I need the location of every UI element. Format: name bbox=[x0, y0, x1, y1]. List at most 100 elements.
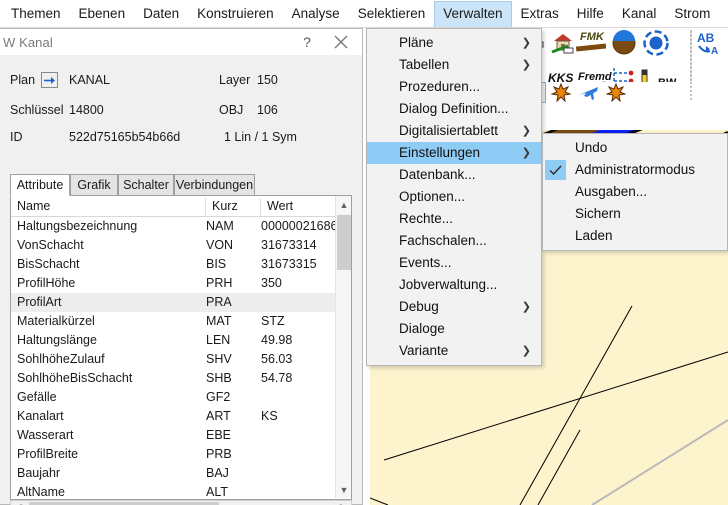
help-button[interactable]: ? bbox=[296, 32, 318, 52]
maple-leaf-2-icon[interactable] bbox=[606, 83, 626, 103]
cell-kurz: LEN bbox=[206, 331, 230, 350]
menu-item-prozeduren[interactable]: Prozeduren... bbox=[367, 76, 541, 98]
cell-name: Materialkürzel bbox=[17, 312, 95, 331]
scroll-left-icon[interactable]: ❮ bbox=[11, 501, 28, 505]
tab-grafik[interactable]: Grafik bbox=[70, 174, 118, 196]
menu-item-optionen[interactable]: Optionen... bbox=[367, 186, 541, 208]
table-row[interactable]: VonSchacht VON 31673314 bbox=[11, 236, 336, 255]
menu-item-debug[interactable]: Debug ❯ bbox=[367, 296, 541, 318]
close-icon[interactable] bbox=[328, 31, 354, 53]
scrollbar-thumb-vertical[interactable] bbox=[337, 215, 351, 270]
menubar-item-verwalten[interactable]: Verwalten bbox=[434, 1, 511, 27]
menu-item-fachschalen[interactable]: Fachschalen... bbox=[367, 230, 541, 252]
menubar-item-selektieren[interactable]: Selektieren bbox=[349, 1, 435, 27]
arrow-right-icon bbox=[44, 76, 55, 85]
cell-name: ProfilBreite bbox=[17, 445, 78, 464]
menu-item-undo[interactable]: Undo bbox=[543, 137, 727, 159]
scroll-up-icon[interactable]: ▲ bbox=[336, 196, 352, 213]
menubar-item-strom[interactable]: Strom bbox=[665, 1, 719, 27]
menu-item-dialoge[interactable]: Dialoge bbox=[367, 318, 541, 340]
menu-item-label: Dialoge bbox=[399, 321, 445, 336]
target-circle-icon[interactable] bbox=[643, 30, 669, 56]
table-vertical-scrollbar[interactable]: ▲ ▼ bbox=[335, 196, 351, 498]
tab-schalter[interactable]: Schalter bbox=[118, 174, 174, 196]
menu-item-label: Administratormodus bbox=[575, 162, 695, 177]
table-row[interactable]: ProfilHöhe PRH 350 bbox=[11, 274, 336, 293]
menubar-item-analyse[interactable]: Analyse bbox=[283, 1, 349, 27]
menubar-item-kanal[interactable]: Kanal bbox=[613, 1, 666, 27]
plan-goto-button[interactable] bbox=[41, 72, 58, 88]
menubar-item-extras[interactable]: Extras bbox=[512, 1, 568, 27]
cell-name: ProfilHöhe bbox=[17, 274, 75, 293]
menu-item-label: Tabellen bbox=[399, 57, 449, 72]
menu-item-variante[interactable]: Variante ❯ bbox=[367, 340, 541, 362]
cell-kurz: PRA bbox=[206, 293, 232, 312]
menu-item-sichern[interactable]: Sichern bbox=[543, 203, 727, 225]
menubar-item-gas[interactable]: Gas bbox=[719, 1, 728, 27]
right-toolbar-row2: K bbox=[526, 82, 728, 106]
cell-wert: 31673314 bbox=[261, 236, 317, 255]
menu-item-laden[interactable]: Laden bbox=[543, 225, 727, 247]
schluessel-value: 14800 bbox=[69, 103, 104, 117]
menu-item-label: Undo bbox=[575, 140, 607, 155]
menu-item-label: Datenbank... bbox=[399, 167, 476, 182]
table-body: Haltungsbezeichnung NAM 00000021686 VonS… bbox=[11, 217, 336, 500]
table-row[interactable]: Gefälle GF2 bbox=[11, 388, 336, 407]
menu-item-jobverwaltung[interactable]: Jobverwaltung... bbox=[367, 274, 541, 296]
scroll-right-icon[interactable]: ❯ bbox=[334, 501, 351, 505]
menubar-item-themen[interactable]: Themen bbox=[2, 1, 70, 27]
menu-item-tabellen[interactable]: Tabellen ❯ bbox=[367, 54, 541, 76]
menubar-item-ebenen[interactable]: Ebenen bbox=[70, 1, 135, 27]
menu-item-einstellungen[interactable]: Einstellungen ❯ bbox=[367, 142, 541, 164]
menu-item-dialog-definition[interactable]: Dialog Definition... bbox=[367, 98, 541, 120]
scroll-down-icon[interactable]: ▼ bbox=[336, 481, 352, 498]
table-row[interactable]: Wasserart EBE bbox=[11, 426, 336, 445]
dialog-titlebar[interactable]: W Kanal ? bbox=[0, 29, 362, 55]
menubar-item-daten[interactable]: Daten bbox=[134, 1, 188, 27]
menu-item-ausgaben[interactable]: Ausgaben... bbox=[543, 181, 727, 203]
fmk-underline-icon bbox=[576, 37, 606, 55]
manhole-icon[interactable] bbox=[611, 30, 637, 56]
table-row[interactable]: Haltungsbezeichnung NAM 00000021686 bbox=[11, 217, 336, 236]
table-horizontal-scrollbar[interactable]: ❮ ❯ bbox=[10, 500, 352, 505]
menu-item-rechte[interactable]: Rechte... bbox=[367, 208, 541, 230]
menu-item-label: Prozeduren... bbox=[399, 79, 480, 94]
ab-rename-icon[interactable]: AB A bbox=[696, 30, 726, 60]
column-header-wert[interactable]: Wert bbox=[261, 196, 336, 216]
menu-item-label: Ausgaben... bbox=[575, 184, 647, 199]
attribute-table[interactable]: Name Kurz Wert Haltungsbezeichnung NAM 0… bbox=[10, 196, 352, 500]
airplane-icon[interactable] bbox=[578, 83, 600, 103]
menu-item-digitalisiertablett[interactable]: Digitalisiertablett ❯ bbox=[367, 120, 541, 142]
menu-item-datenbank[interactable]: Datenbank... bbox=[367, 164, 541, 186]
table-row[interactable]: Materialkürzel MAT STZ bbox=[11, 312, 336, 331]
cell-kurz: BAJ bbox=[206, 464, 229, 483]
menu-item-label: Rechte... bbox=[399, 211, 453, 226]
table-row[interactable]: Haltungslänge LEN 49.98 bbox=[11, 331, 336, 350]
menubar-item-konstruieren[interactable]: Konstruieren bbox=[188, 1, 283, 27]
table-row[interactable]: Kanalart ART KS bbox=[11, 407, 336, 426]
column-header-name[interactable]: Name bbox=[11, 196, 205, 216]
menubar: Themen Ebenen Daten Konstruieren Analyse… bbox=[0, 0, 728, 28]
house-icon[interactable] bbox=[550, 30, 576, 56]
menubar-item-hilfe[interactable]: Hilfe bbox=[568, 1, 613, 27]
schluessel-label: Schlüssel bbox=[10, 103, 64, 117]
table-header: Name Kurz Wert bbox=[11, 196, 351, 217]
cell-kurz: MAT bbox=[206, 312, 231, 331]
menu-item-administratormodus[interactable]: Administratormodus bbox=[543, 159, 727, 181]
table-row[interactable]: BisSchacht BIS 31673315 bbox=[11, 255, 336, 274]
tab-attribute[interactable]: Attribute bbox=[10, 174, 70, 196]
table-row[interactable]: ProfilBreite PRB bbox=[11, 445, 336, 464]
cell-kurz: SHV bbox=[206, 350, 232, 369]
menu-item-events[interactable]: Events... bbox=[367, 252, 541, 274]
cell-wert: 49.98 bbox=[261, 331, 292, 350]
tab-verbindungen[interactable]: Verbindungen bbox=[174, 174, 255, 196]
cell-name: Baujahr bbox=[17, 464, 60, 483]
column-header-kurz[interactable]: Kurz bbox=[206, 196, 261, 216]
maple-leaf-icon[interactable] bbox=[551, 83, 571, 103]
table-row[interactable]: SohlhöheBisSchacht SHB 54.78 bbox=[11, 369, 336, 388]
table-row[interactable]: Baujahr BAJ bbox=[11, 464, 336, 483]
table-row[interactable]: AltName ALT bbox=[11, 483, 336, 500]
menu-item-plaene[interactable]: Pläne ❯ bbox=[367, 32, 541, 54]
table-row[interactable]: SohlhöheZulauf SHV 56.03 bbox=[11, 350, 336, 369]
table-row-selected[interactable]: ProfilArt PRA bbox=[11, 293, 336, 312]
